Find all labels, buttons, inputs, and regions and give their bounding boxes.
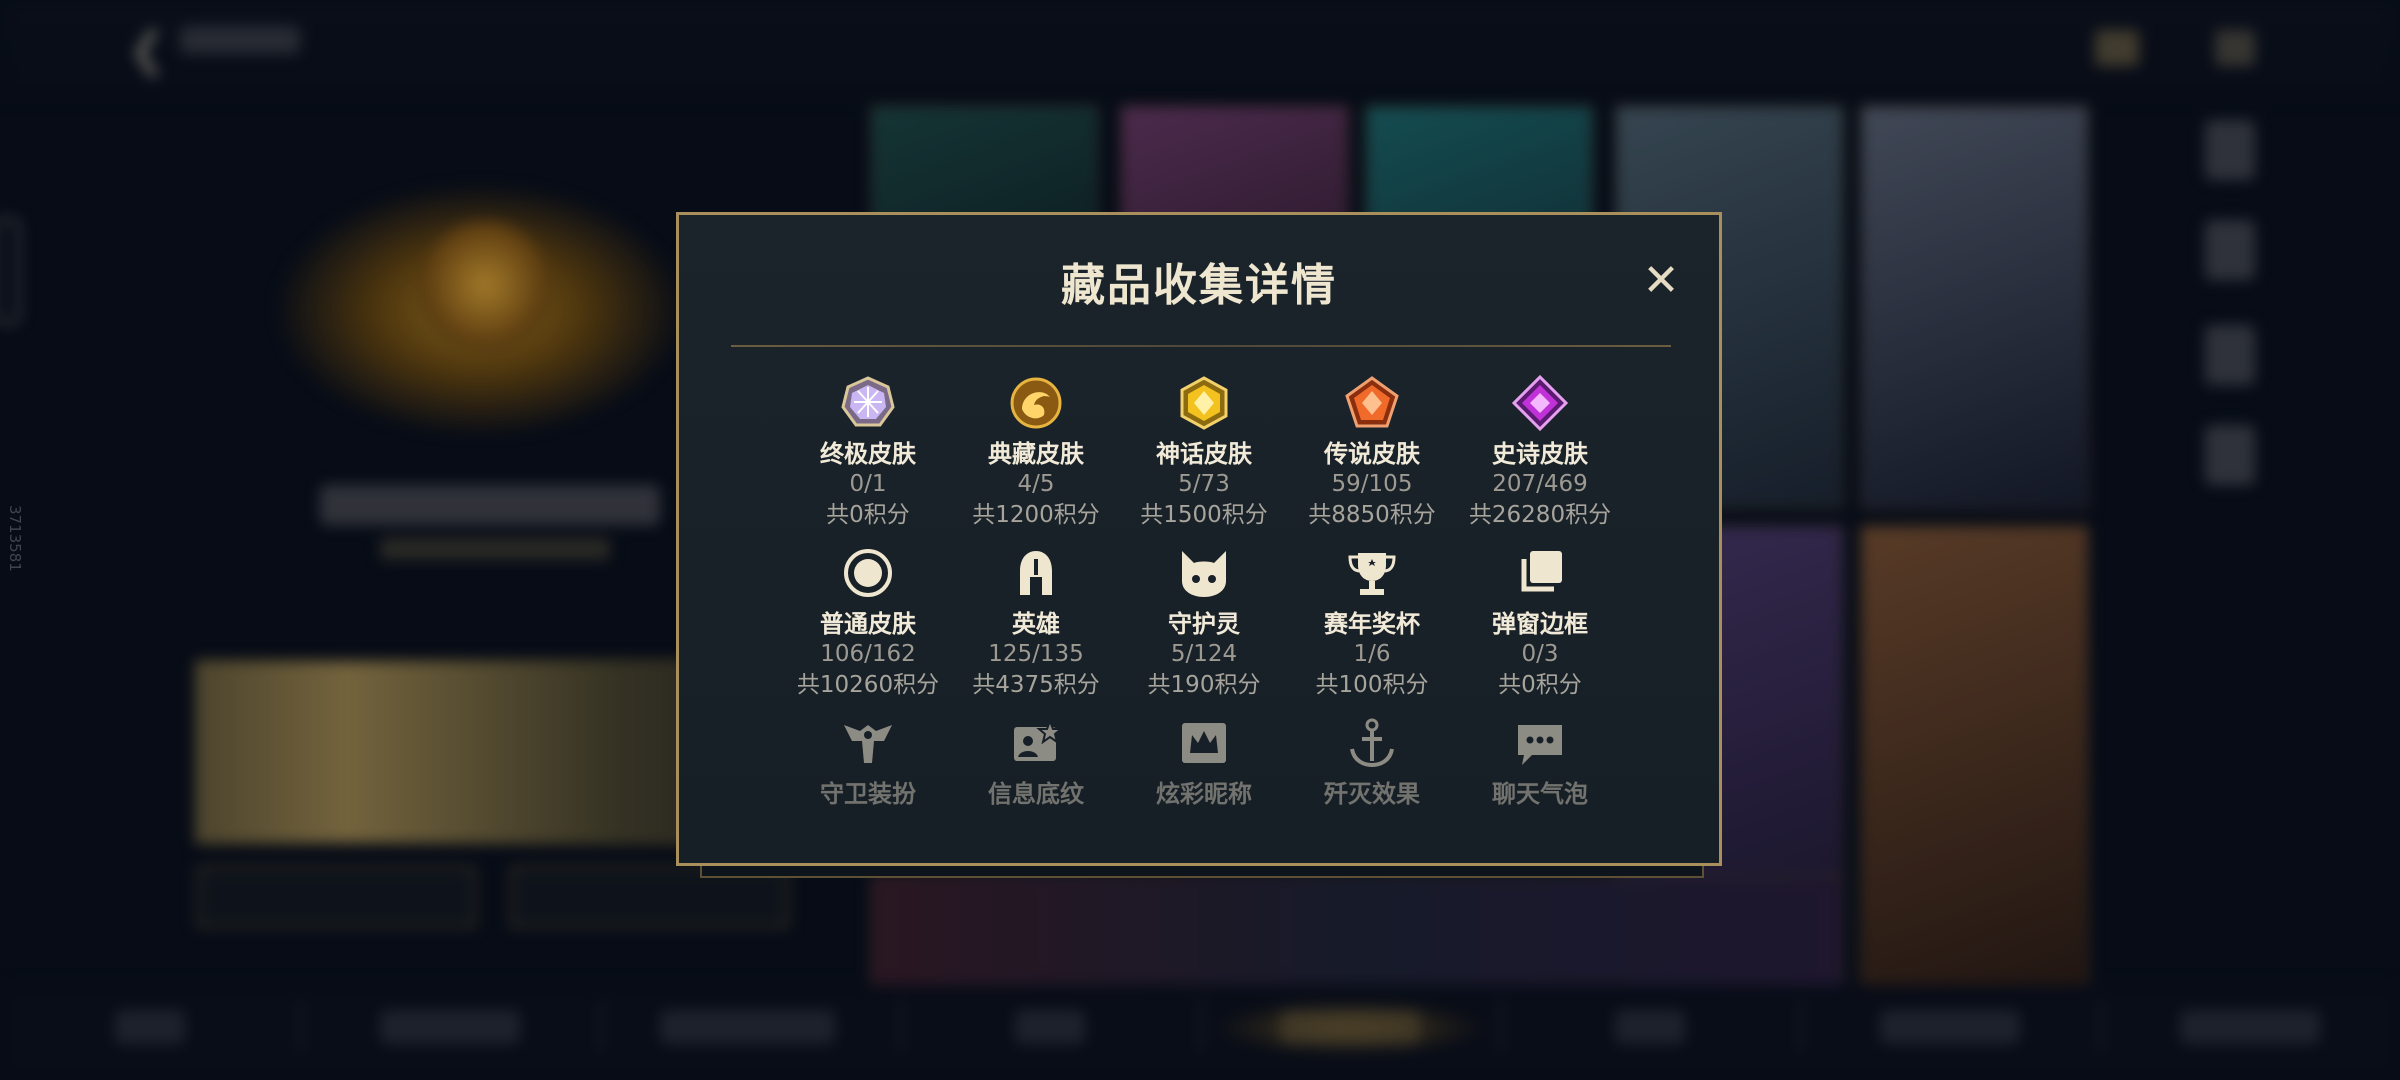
ultimate-skin-gem-icon — [841, 376, 895, 427]
collection-item-name: 守卫装扮 — [820, 780, 916, 808]
collection-item[interactable]: 弹窗边框 0/3 共0积分 — [1456, 545, 1624, 701]
close-button[interactable]: ✕ — [1637, 257, 1685, 305]
hero-helmet-icon — [1020, 551, 1052, 595]
collection-item-name: 典藏皮肤 — [988, 440, 1084, 468]
collection-item[interactable]: 聊天气泡 — [1456, 715, 1624, 809]
collection-item-name: 英雄 — [1012, 610, 1060, 638]
collection-item-score: 共26280积分 — [1468, 502, 1612, 528]
collection-item-count: 0/1 — [849, 471, 887, 497]
collection-item[interactable]: 典藏皮肤 4/5 共1200积分 — [952, 375, 1120, 531]
epic-skin-gem-icon — [1512, 375, 1568, 431]
collection-item[interactable]: 神话皮肤 5/73 共1500积分 — [1120, 375, 1288, 531]
mythic-skin-gem-icon — [1180, 376, 1228, 430]
collection-item-count: 106/162 — [820, 641, 916, 667]
collection-item-count: 5/124 — [1170, 641, 1238, 667]
collection-item-name: 普通皮肤 — [820, 610, 916, 638]
guardian-spirit-icon — [1182, 551, 1226, 597]
collection-item-count: 0/3 — [1521, 641, 1559, 667]
collection-item-name: 传说皮肤 — [1324, 440, 1420, 468]
collection-item-name: 歼灭效果 — [1324, 780, 1420, 808]
normal-skin-circle-icon — [844, 549, 892, 597]
collection-item-name: 守护灵 — [1168, 610, 1240, 638]
collection-details-modal: 藏品收集详情 ✕ 终极皮肤 0/1 共0积分 典藏皮肤 4/5 共1200积分 … — [676, 212, 1722, 866]
color-nickname-icon — [1182, 723, 1226, 763]
collection-item-name: 史诗皮肤 — [1492, 440, 1588, 468]
collection-item-score: 共0积分 — [826, 502, 910, 528]
collection-item-count: 1/6 — [1353, 641, 1391, 667]
collection-item[interactable]: 炫彩昵称 — [1120, 715, 1288, 809]
ward-skin-icon — [844, 725, 892, 763]
collection-item[interactable]: 普通皮肤 106/162 共10260积分 — [784, 545, 952, 701]
collection-item[interactable]: 歼灭效果 — [1288, 715, 1456, 809]
chat-bubble-icon — [1518, 725, 1562, 765]
collection-item-name: 弹窗边框 — [1492, 610, 1588, 638]
prestige-skin-dragon-icon — [1010, 377, 1062, 429]
collection-item-score: 共0积分 — [1498, 672, 1582, 698]
collection-item-count: 4/5 — [1017, 471, 1055, 497]
ace-effect-icon — [1350, 718, 1394, 768]
legendary-skin-gem-icon — [1345, 376, 1399, 428]
popup-frame-icon — [1521, 551, 1562, 592]
collection-item-score: 共10260积分 — [796, 672, 940, 698]
collection-item[interactable]: 传说皮肤 59/105 共8850积分 — [1288, 375, 1456, 531]
collection-item-count: 59/105 — [1331, 471, 1413, 497]
collection-item[interactable]: 信息底纹 — [952, 715, 1120, 809]
collection-item[interactable]: 赛年奖杯 1/6 共100积分 — [1288, 545, 1456, 701]
collection-item[interactable]: 史诗皮肤 207/469 共26280积分 — [1456, 375, 1624, 531]
collection-item-score: 共1200积分 — [972, 502, 1100, 528]
collection-item[interactable]: 守护灵 5/124 共190积分 — [1120, 545, 1288, 701]
collection-item-score: 共190积分 — [1147, 672, 1261, 698]
collection-item-name: 炫彩昵称 — [1156, 780, 1252, 808]
collection-item-count: 207/469 — [1492, 471, 1588, 497]
collection-item-score: 共4375积分 — [972, 672, 1100, 698]
collection-item-score: 共8850积分 — [1308, 502, 1436, 528]
collection-item-name: 终极皮肤 — [820, 440, 916, 468]
collection-item-name: 信息底纹 — [988, 780, 1084, 808]
season-trophy-icon — [1348, 553, 1396, 595]
collection-item-score: 共1500积分 — [1140, 502, 1268, 528]
collection-item-count: 125/135 — [988, 641, 1084, 667]
collection-item-name: 聊天气泡 — [1492, 780, 1588, 808]
collection-item[interactable]: 终极皮肤 0/1 共0积分 — [784, 375, 952, 531]
collection-item-name: 赛年奖杯 — [1324, 610, 1420, 638]
collection-item-score: 共100积分 — [1315, 672, 1429, 698]
collection-item-count: 5/73 — [1178, 471, 1230, 497]
modal-title: 藏品收集详情 — [1061, 260, 1337, 311]
collection-item-name: 神话皮肤 — [1156, 440, 1252, 468]
collection-item[interactable]: 英雄 125/135 共4375积分 — [952, 545, 1120, 701]
title-divider — [731, 345, 1671, 347]
collection-item[interactable]: 守卫装扮 — [784, 715, 952, 809]
info-banner-icon — [1014, 718, 1064, 761]
